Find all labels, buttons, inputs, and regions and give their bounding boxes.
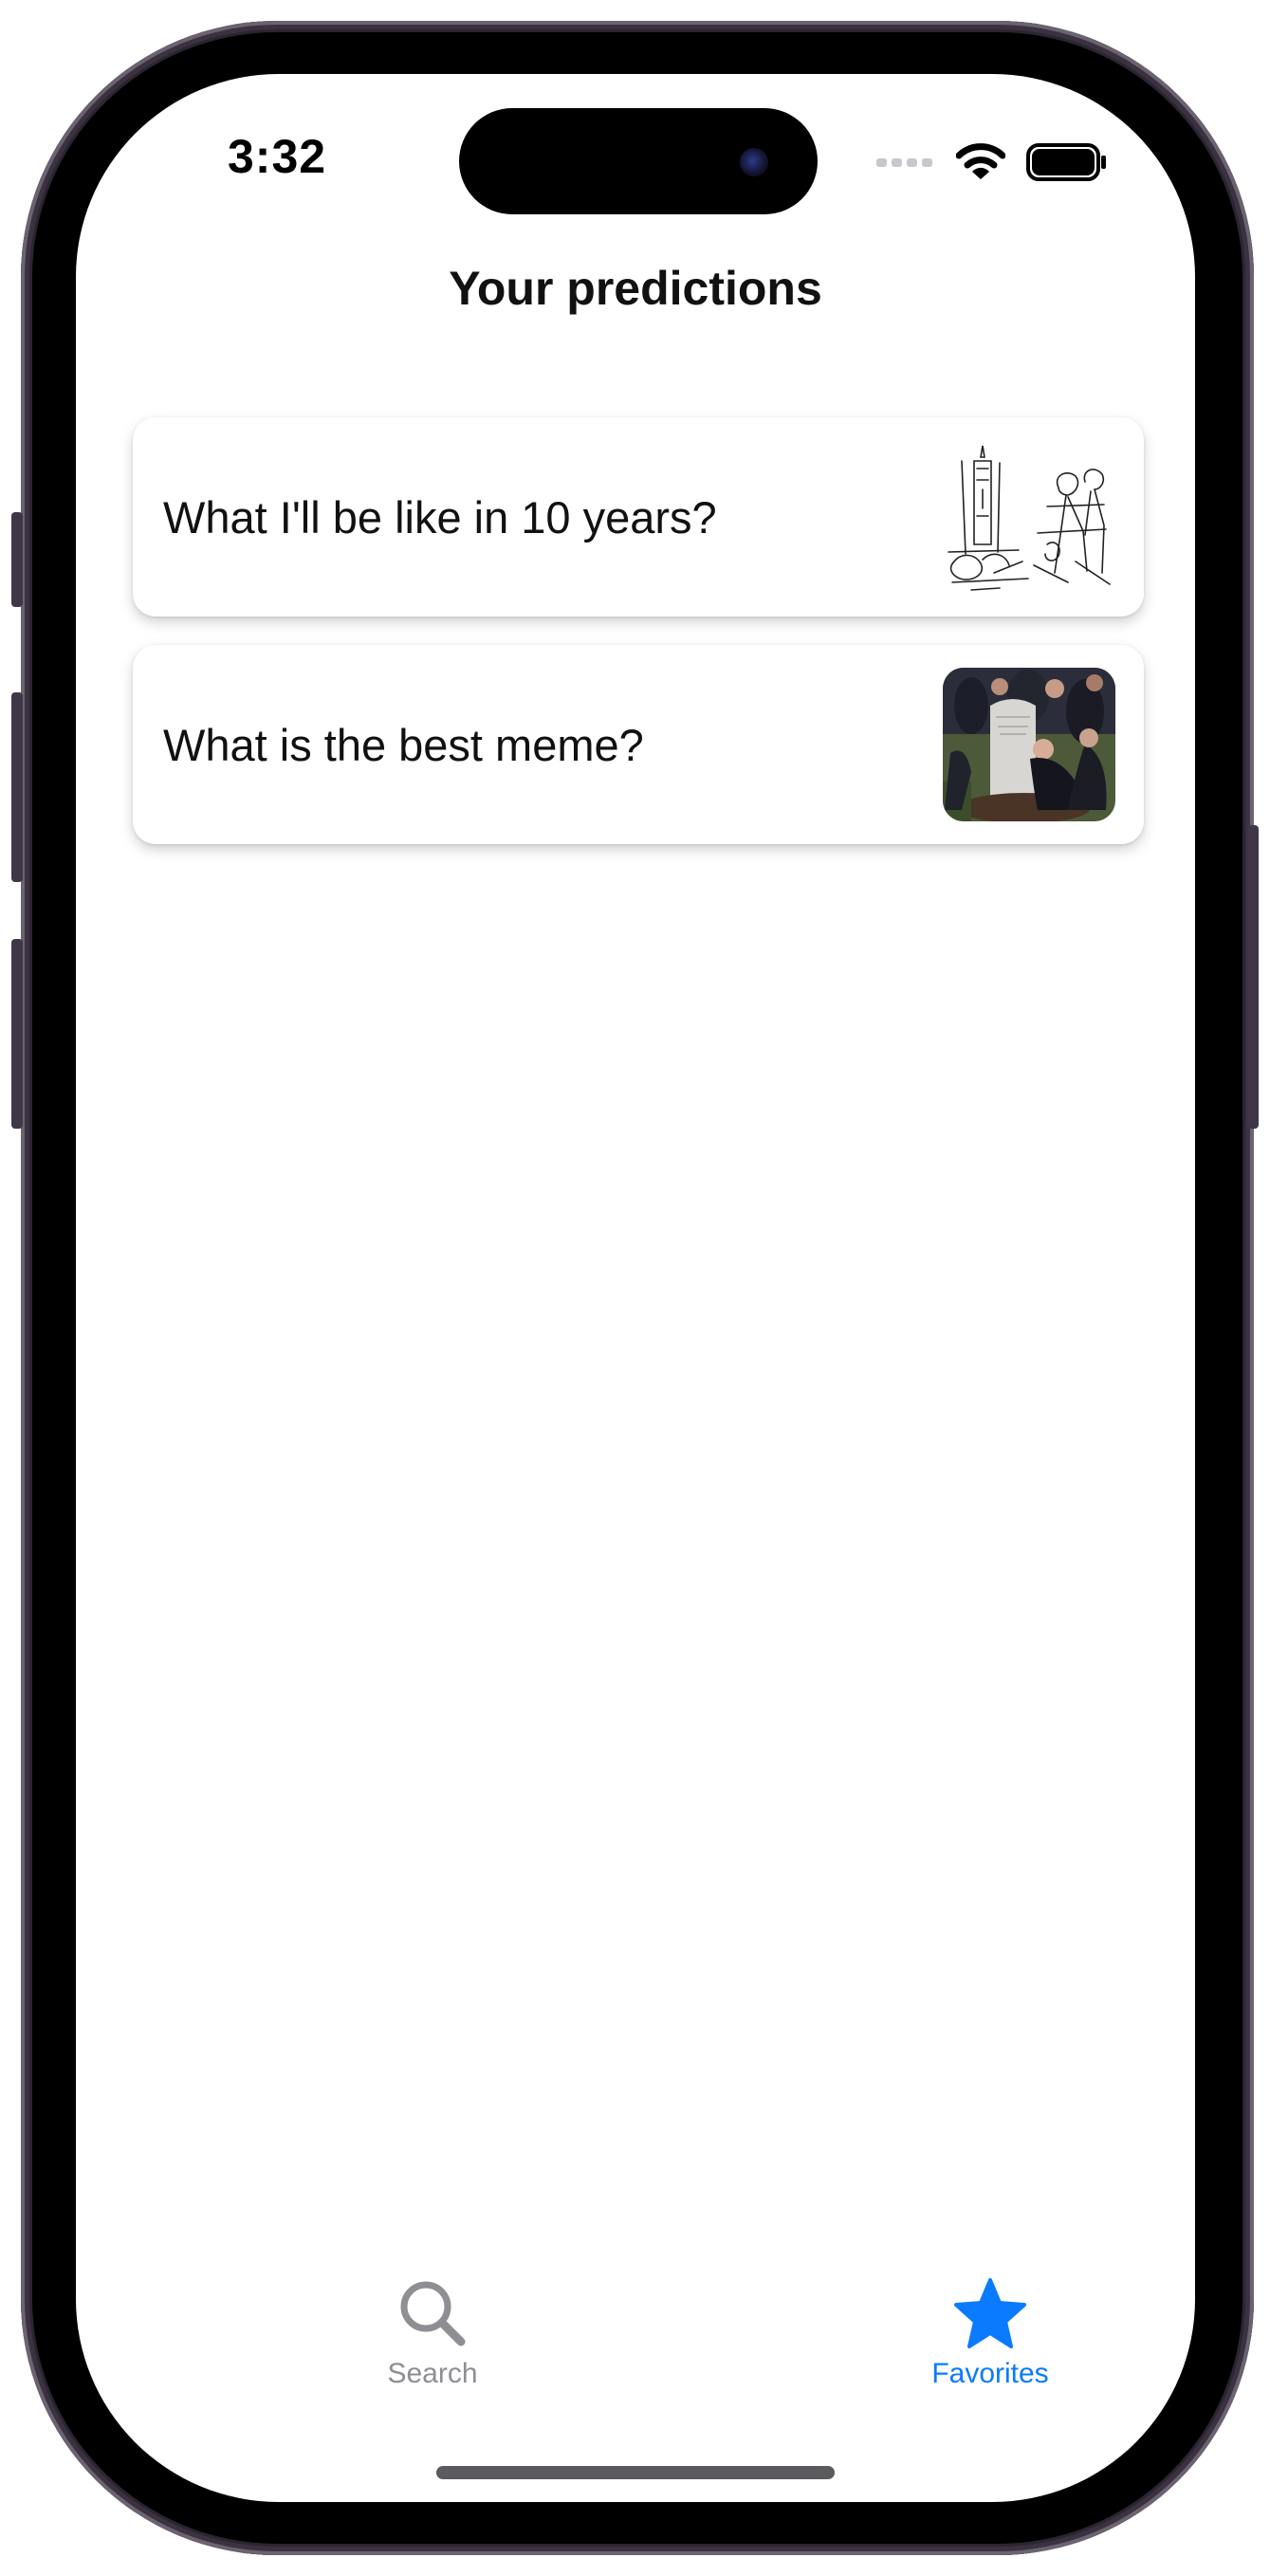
prediction-title: What I'll be like in 10 years? xyxy=(163,491,717,543)
search-icon xyxy=(400,2281,466,2346)
battery-icon xyxy=(1026,143,1106,181)
star-icon xyxy=(954,2278,1026,2348)
prediction-title: What is the best meme? xyxy=(163,719,644,770)
tab-favorites[interactable]: Favorites xyxy=(876,2272,1104,2415)
sketch-thumbnail xyxy=(943,440,1115,594)
prediction-list: What I'll be like in 10 years? What is t… xyxy=(133,417,1144,873)
dynamic-island xyxy=(459,108,818,214)
tab-label-search: Search xyxy=(387,2358,478,2389)
front-camera xyxy=(740,148,768,176)
status-time: 3:32 xyxy=(228,130,327,183)
tab-label-favorites: Favorites xyxy=(931,2358,1049,2389)
action-button xyxy=(11,512,23,607)
prediction-card[interactable]: What is the best meme? xyxy=(133,645,1144,844)
home-indicator[interactable] xyxy=(436,2466,835,2479)
app-screen: 3:32 Your predictions What I'll be like … xyxy=(76,74,1195,2502)
volume-down-button xyxy=(11,939,23,1129)
wifi-icon xyxy=(956,143,1005,179)
volume-up-button xyxy=(11,692,23,882)
tab-search[interactable]: Search xyxy=(319,2272,546,2415)
power-button xyxy=(1247,825,1259,1129)
status-indicators xyxy=(876,138,1108,186)
prediction-card[interactable]: What I'll be like in 10 years? xyxy=(133,417,1144,616)
page-title: Your predictions xyxy=(449,262,822,315)
tab-bar: Search Favorites xyxy=(76,2272,1195,2415)
cellular-signal-icon xyxy=(876,158,932,167)
meme-thumbnail xyxy=(943,668,1115,821)
